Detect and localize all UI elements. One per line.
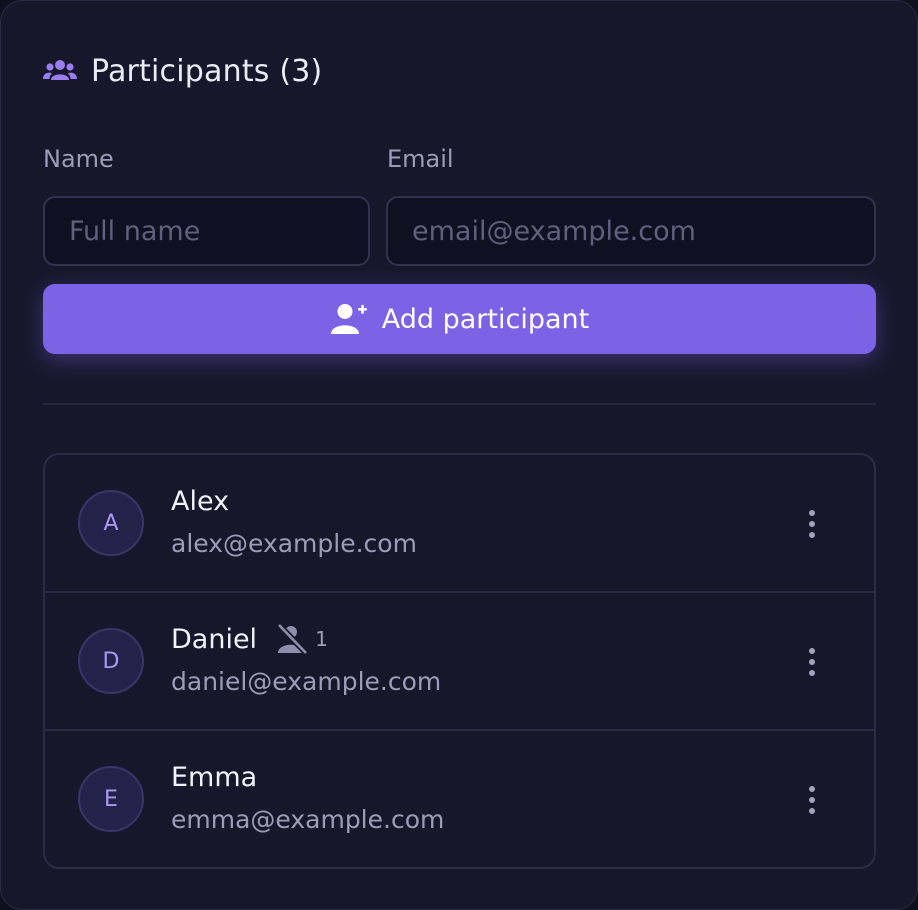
- participant-list: A Alex alex@example.com D Daniel 1 danie…: [43, 453, 876, 869]
- participant-email: alex@example.com: [171, 529, 417, 558]
- participant-name-line: Daniel 1: [171, 621, 328, 657]
- participant-name-line: Emma: [171, 759, 257, 795]
- avatar: E: [78, 766, 144, 832]
- divider: [43, 403, 876, 405]
- more-vertical-icon[interactable]: [793, 780, 831, 820]
- more-vertical-icon[interactable]: [793, 504, 831, 544]
- name-input[interactable]: [43, 196, 370, 266]
- exclusion-count: 1: [315, 627, 328, 651]
- email-label: Email: [387, 145, 454, 173]
- users-icon: [43, 58, 77, 84]
- participant-row: D Daniel 1 daniel@example.com: [45, 591, 874, 731]
- more-vertical-icon[interactable]: [793, 642, 831, 682]
- avatar: D: [78, 628, 144, 694]
- add-participant-label: Add participant: [381, 303, 590, 335]
- panel-header: Participants (3): [43, 51, 322, 91]
- participant-email: emma@example.com: [171, 805, 445, 834]
- name-label: Name: [43, 145, 114, 173]
- participants-panel: Participants (3) Name Email Add particip…: [0, 0, 918, 910]
- participant-name: Emma: [171, 761, 258, 793]
- person-off-icon: [275, 622, 309, 656]
- add-participant-button[interactable]: Add participant: [43, 284, 876, 354]
- participant-row: E Emma emma@example.com: [45, 729, 874, 867]
- participant-name: Daniel: [171, 623, 258, 655]
- participant-row: A Alex alex@example.com: [45, 455, 874, 593]
- user-plus-icon: [330, 302, 368, 336]
- page-title: Participants (3): [91, 53, 323, 89]
- participant-email: daniel@example.com: [171, 667, 442, 696]
- participant-name-line: Alex: [171, 483, 229, 519]
- avatar: A: [78, 490, 144, 556]
- participant-name: Alex: [171, 485, 230, 517]
- email-input[interactable]: [386, 196, 876, 266]
